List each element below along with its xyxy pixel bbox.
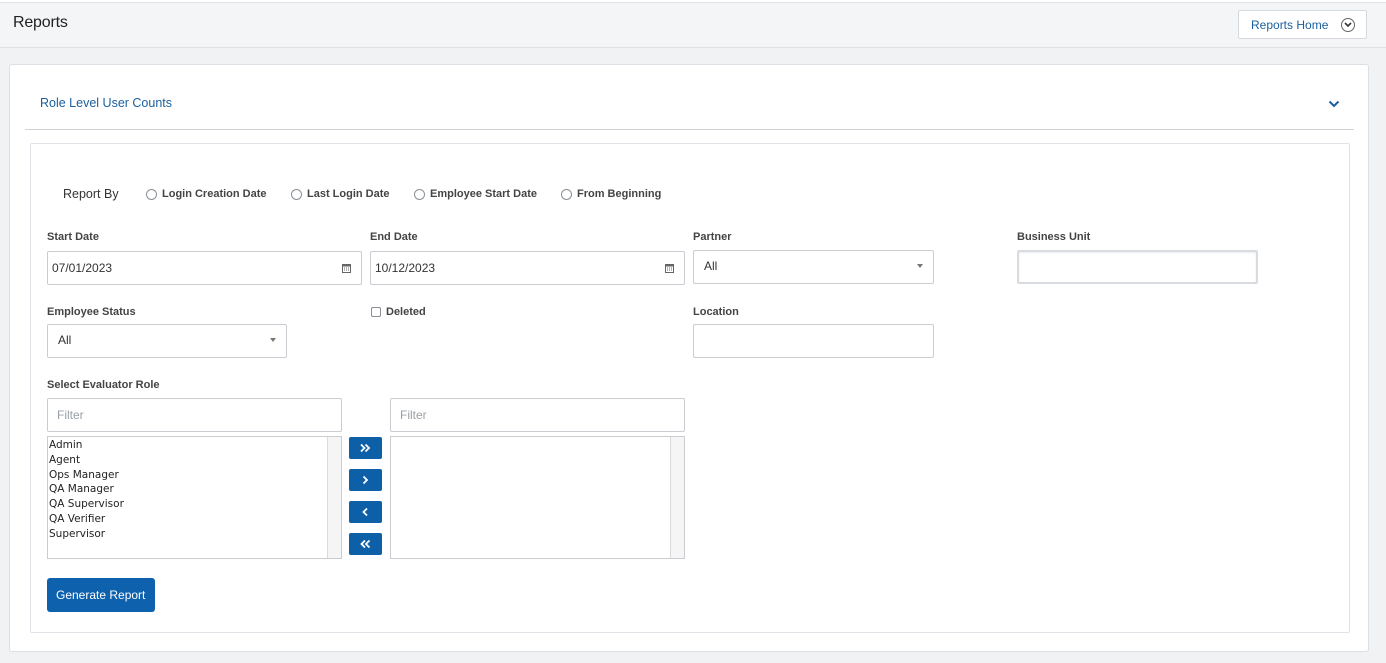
selected-roles-list[interactable] <box>390 436 685 559</box>
radio-circle <box>291 188 302 200</box>
selected-filter-field[interactable] <box>390 398 685 432</box>
move-right-button[interactable] <box>349 469 382 491</box>
list-item[interactable]: Agent <box>49 453 124 468</box>
location-input[interactable] <box>693 324 934 358</box>
partner-label: Partner <box>693 231 732 243</box>
accordion-divider <box>25 129 1354 130</box>
location-label: Location <box>693 306 739 318</box>
business-unit-input[interactable] <box>1017 250 1258 284</box>
move-left-icon <box>362 507 368 517</box>
available-roles-items: Admin Agent Ops Manager QA Manager QA Su… <box>49 438 124 542</box>
list-item[interactable]: QA Manager <box>49 482 124 497</box>
radio-label: Employee Start Date <box>430 188 537 200</box>
list-item[interactable]: Ops Manager <box>49 468 124 483</box>
scrollbar[interactable] <box>327 437 341 558</box>
top-strip <box>0 0 1386 3</box>
radio-last-login-date[interactable]: Last Login Date <box>291 188 390 200</box>
partner-select[interactable]: All <box>693 250 934 284</box>
radio-circle <box>561 188 572 200</box>
scrollbar[interactable] <box>670 437 684 558</box>
report-card: Role Level User Counts Report By Login C… <box>9 64 1369 652</box>
available-filter-input[interactable] <box>57 408 317 422</box>
end-date-input[interactable]: 10/12/2023 <box>370 251 685 285</box>
employee-status-select[interactable]: All <box>47 324 287 358</box>
radio-circle <box>414 188 425 200</box>
caret-down-icon <box>270 338 276 342</box>
radio-login-creation-date[interactable]: Login Creation Date <box>146 188 267 200</box>
calendar-icon[interactable] <box>665 262 674 276</box>
available-filter-field[interactable] <box>47 398 342 432</box>
checkbox-box[interactable] <box>371 307 381 317</box>
generate-report-button[interactable]: Generate Report <box>47 578 155 612</box>
radio-from-beginning[interactable]: From Beginning <box>561 188 661 200</box>
move-all-left-icon <box>360 539 371 549</box>
employee-status-label: Employee Status <box>47 306 136 318</box>
selected-filter-input[interactable] <box>400 408 660 422</box>
radio-label: From Beginning <box>577 188 662 200</box>
radio-label: Last Login Date <box>307 188 390 200</box>
caret-down-icon <box>917 264 923 268</box>
page-header: Reports Reports Home <box>0 4 1386 48</box>
evaluator-role-label: Select Evaluator Role <box>47 379 160 391</box>
business-unit-label: Business Unit <box>1017 231 1091 243</box>
available-roles-list[interactable]: Admin Agent Ops Manager QA Manager QA Su… <box>47 436 342 559</box>
start-date-input[interactable]: 07/01/2023 <box>47 251 362 285</box>
radio-employee-start-date[interactable]: Employee Start Date <box>414 188 537 200</box>
generate-report-label: Generate Report <box>56 588 146 602</box>
radio-circle <box>146 188 157 200</box>
chevron-down-circle-icon <box>1341 18 1355 32</box>
list-item[interactable]: QA Verifier <box>49 512 124 527</box>
end-date-label: End Date <box>370 231 418 243</box>
reports-home-label: Reports Home <box>1251 18 1329 32</box>
end-date-value: 10/12/2023 <box>375 261 436 275</box>
deleted-label: Deleted <box>386 306 426 318</box>
page-title: Reports <box>13 14 68 31</box>
move-all-left-button[interactable] <box>349 533 382 555</box>
employee-status-value: All <box>58 333 72 347</box>
list-item[interactable]: Supervisor <box>49 527 124 542</box>
deleted-checkbox[interactable]: Deleted <box>371 306 426 318</box>
chevron-down-icon[interactable] <box>1328 97 1340 111</box>
list-item[interactable]: QA Supervisor <box>49 497 124 512</box>
start-date-label: Start Date <box>47 231 99 243</box>
move-left-button[interactable] <box>349 501 382 523</box>
move-all-right-icon <box>360 443 371 453</box>
start-date-value: 07/01/2023 <box>52 261 113 275</box>
move-right-icon <box>362 475 369 485</box>
radio-label: Login Creation Date <box>162 188 267 200</box>
report-form: Report By Login Creation Date Last Login… <box>30 143 1350 633</box>
accordion-title[interactable]: Role Level User Counts <box>40 96 172 110</box>
list-item[interactable]: Admin <box>49 438 124 453</box>
reports-home-button[interactable]: Reports Home <box>1238 10 1367 39</box>
calendar-icon[interactable] <box>342 262 351 276</box>
partner-value: All <box>704 259 718 273</box>
move-all-right-button[interactable] <box>349 437 382 459</box>
report-by-label: Report By <box>63 187 119 201</box>
